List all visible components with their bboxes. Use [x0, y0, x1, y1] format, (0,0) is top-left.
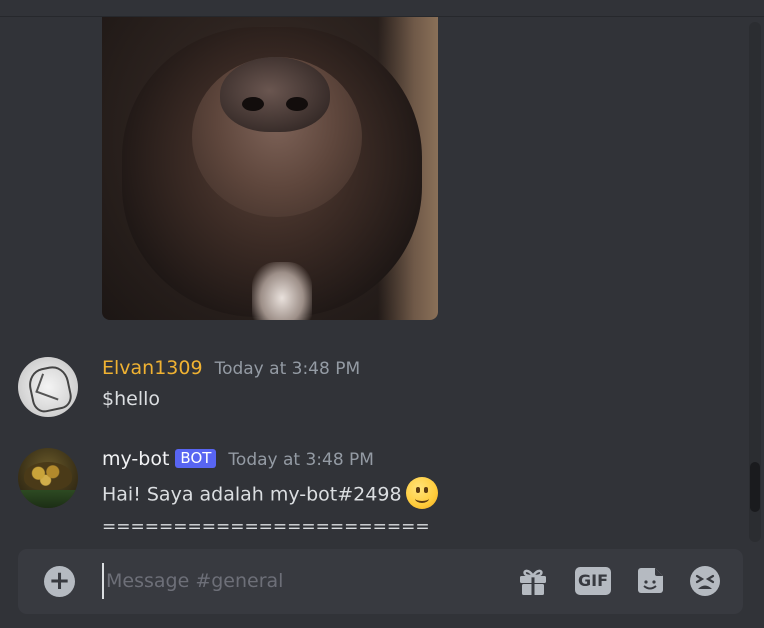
dog-nose — [220, 57, 330, 132]
message-divider-text: ======================= — [102, 517, 430, 537]
message-list: Elvan1309 Today at 3:48 PM $hello my-bot… — [0, 17, 764, 547]
message-item: my-bot BOT Today at 3:48 PM Hai! Saya ad… — [0, 431, 764, 547]
scrollbar-thumb[interactable] — [750, 462, 760, 512]
message-header: Elvan1309 Today at 3:48 PM — [102, 357, 360, 383]
dog-nostril — [242, 97, 264, 111]
message-text: Hai! Saya adalah my-bot#2498 — [102, 483, 402, 506]
dog-chest — [252, 262, 312, 320]
gift-icon[interactable] — [517, 565, 549, 597]
timestamp[interactable]: Today at 3:48 PM — [228, 450, 374, 470]
message-content: Hai! Saya adalah my-bot#2498 — [102, 477, 438, 511]
bottom-spacer — [0, 620, 764, 628]
plus-icon[interactable]: + — [44, 566, 75, 597]
channel-header — [0, 0, 764, 17]
avatar-ground — [18, 490, 78, 508]
slightly-smiling-emoji — [405, 477, 438, 509]
message-content: $hello — [102, 388, 161, 410]
dog-nostril — [286, 97, 308, 111]
avatar-turtle-shell — [24, 462, 72, 490]
sticker-icon[interactable] — [634, 565, 666, 597]
message-input[interactable] — [102, 563, 502, 599]
avatar[interactable] — [18, 448, 78, 508]
message-header: my-bot BOT Today at 3:48 PM — [102, 448, 374, 474]
message-item: Elvan1309 Today at 3:48 PM $hello — [0, 340, 764, 420]
emoji-icon[interactable] — [689, 565, 721, 597]
avatar[interactable] — [18, 357, 78, 417]
image-attachment[interactable] — [102, 17, 438, 320]
message-composer: + GIF — [18, 549, 743, 614]
username[interactable]: my-bot — [102, 448, 169, 470]
chat-window: Elvan1309 Today at 3:48 PM $hello my-bot… — [0, 0, 764, 628]
timestamp[interactable]: Today at 3:48 PM — [215, 359, 361, 379]
gif-icon[interactable]: GIF — [575, 567, 611, 595]
username[interactable]: Elvan1309 — [102, 357, 203, 379]
bot-badge: BOT — [175, 449, 217, 468]
